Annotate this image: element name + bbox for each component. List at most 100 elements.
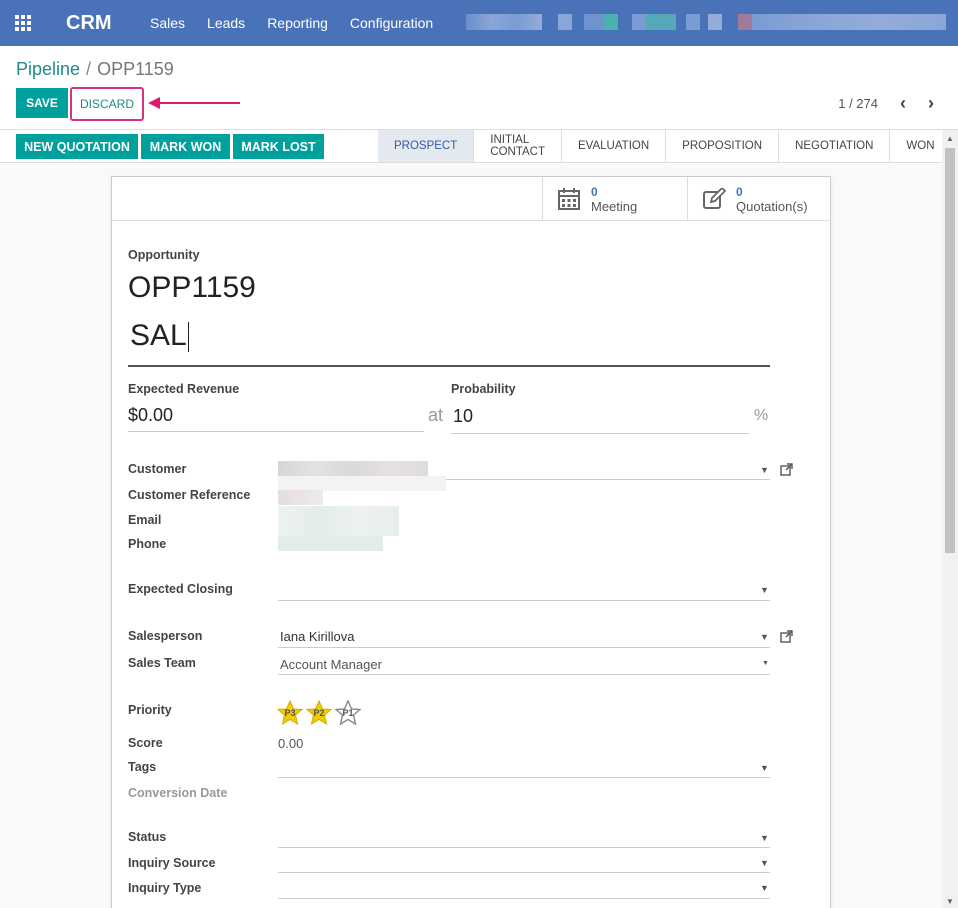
salesperson-dropdown-icon[interactable]: ▼ (760, 632, 769, 642)
tags-dropdown-icon[interactable]: ▼ (760, 763, 769, 773)
priority-star-p2-icon[interactable]: P2 (305, 699, 333, 726)
expected-closing-input[interactable] (278, 600, 770, 601)
breadcrumb-current: OPP1159 (97, 59, 174, 79)
stage-prospect[interactable]: PROSPECT (378, 130, 475, 162)
inquiry-source-label: Inquiry Source (128, 856, 216, 870)
customer-label: Customer (128, 462, 187, 476)
smart-button-box: 0 Meeting 0 Quotation(s) (112, 177, 830, 221)
customer-reference-label: Customer Reference (128, 488, 251, 502)
inquiry-type-dropdown-icon[interactable]: ▼ (760, 883, 769, 893)
text-caret (187, 322, 189, 353)
quotations-count: 0 (736, 184, 743, 199)
opportunity-title-value: SAL (130, 319, 187, 352)
priority-star-p1-icon[interactable]: P1 (334, 699, 362, 726)
quotations-label: Quotation(s) (736, 198, 808, 214)
stage-initial-contact[interactable]: INITIAL CONTACT (474, 130, 562, 162)
breadcrumb: Pipeline / OPP1159 (16, 59, 174, 80)
scroll-thumb[interactable] (945, 148, 955, 553)
menu-configuration[interactable]: Configuration (350, 15, 433, 31)
apps-grid-icon[interactable] (0, 0, 46, 46)
customer-reference-redacted (278, 490, 323, 505)
mark-lost-button[interactable]: MARK LOST (233, 134, 324, 159)
salesperson-external-link-icon[interactable] (780, 630, 793, 643)
stage-negotiation[interactable]: NEGOTIATION (779, 130, 891, 162)
sales-team-label: Sales Team (128, 656, 196, 670)
status-label: Status (128, 830, 167, 844)
expected-revenue-underline (128, 431, 424, 432)
pager-next-icon[interactable]: › (928, 93, 934, 114)
inquiry-source-dropdown-icon[interactable]: ▼ (760, 858, 769, 868)
save-button[interactable]: SAVE (16, 88, 68, 118)
priority-label: Priority (128, 703, 172, 717)
menu-leads[interactable]: Leads (207, 15, 245, 31)
expected-closing-label: Expected Closing (128, 582, 233, 596)
status-input[interactable] (278, 847, 770, 848)
menu-sales[interactable]: Sales (150, 15, 185, 31)
sales-team-underline (278, 674, 770, 675)
sales-team-dropdown-icon[interactable]: ▼ (762, 660, 769, 667)
inquiry-type-label: Inquiry Type (128, 881, 202, 895)
status-dropdown-icon[interactable]: ▼ (760, 833, 769, 843)
priority-star-p2-label: P2 (313, 708, 325, 718)
tags-label: Tags (128, 760, 157, 774)
scroll-down-icon[interactable]: ▼ (946, 897, 954, 906)
score-value: 0.00 (278, 736, 304, 751)
probability-underline (451, 433, 749, 434)
form-sheet: 0 Meeting 0 Quotation(s) Opportunity OPP… (111, 176, 831, 908)
percent-label: % (754, 407, 769, 424)
conversion-date-label: Conversion Date (128, 786, 228, 800)
phone-label: Phone (128, 537, 167, 551)
email-label: Email (128, 513, 162, 527)
vertical-scrollbar[interactable]: ▲ ▼ (942, 130, 958, 908)
priority-star-p3-icon[interactable]: P3 (276, 699, 304, 726)
pager-value: 1 / 274 (838, 96, 878, 111)
score-label: Score (128, 736, 163, 750)
customer-value-redacted-2 (278, 476, 446, 491)
salesperson-value[interactable]: Iana Kirillova (280, 629, 354, 644)
pager-previous-icon[interactable]: ‹ (900, 93, 906, 114)
top-navbar: CRM Sales Leads Reporting Configuration (0, 0, 958, 46)
opportunity-label: Opportunity (128, 248, 200, 262)
breadcrumb-separator: / (86, 59, 92, 79)
status-bar: NEW QUOTATION MARK WON MARK LOST PROSPEC… (0, 130, 942, 163)
expected-revenue-label: Expected Revenue (128, 382, 240, 396)
stage-pipeline: PROSPECT INITIAL CONTACT EVALUATION PROP… (378, 130, 951, 162)
calendar-icon (558, 188, 580, 210)
scroll-up-icon[interactable]: ▲ (946, 134, 954, 143)
customer-dropdown-icon[interactable]: ▼ (760, 465, 769, 475)
control-panel: Pipeline / OPP1159 SAVE DISCARD 1 / 274 ‹ … (0, 46, 958, 130)
probability-value[interactable]: 10 (453, 406, 473, 427)
menu-reporting[interactable]: Reporting (267, 15, 328, 31)
inquiry-source-input[interactable] (278, 872, 770, 873)
mark-won-button[interactable]: MARK WON (141, 134, 230, 159)
customer-underline (446, 479, 770, 480)
discard-button[interactable]: DISCARD (70, 87, 144, 121)
salesperson-label: Salesperson (128, 629, 203, 643)
meeting-label: Meeting (591, 198, 638, 214)
quotations-stat-button[interactable]: 0 Quotation(s) (687, 177, 830, 221)
salesperson-underline (278, 647, 770, 648)
stage-evaluation[interactable]: EVALUATION (562, 130, 667, 162)
customer-external-link-icon[interactable] (780, 463, 793, 476)
inquiry-type-input[interactable] (278, 898, 770, 899)
tags-input[interactable] (278, 777, 770, 778)
new-quotation-button[interactable]: NEW QUOTATION (16, 134, 138, 159)
edit-icon (703, 188, 726, 209)
opportunity-name: OPP1159 (128, 271, 256, 304)
opportunity-title-input[interactable]: SAL (128, 319, 770, 367)
priority-star-p1-label: P1 (342, 708, 354, 718)
breadcrumb-pipeline-link[interactable]: Pipeline (16, 59, 80, 79)
sales-team-value[interactable]: Account Manager (280, 657, 382, 672)
annotation-arrow-icon (148, 97, 240, 109)
expected-revenue-value[interactable]: $0.00 (128, 405, 173, 426)
at-label: at (428, 405, 444, 425)
expected-closing-dropdown-icon[interactable]: ▼ (760, 585, 769, 595)
meeting-stat-button[interactable]: 0 Meeting (542, 177, 687, 221)
probability-label: Probability (451, 382, 516, 396)
email-value-redacted (278, 506, 399, 536)
stage-proposition[interactable]: PROPOSITION (666, 130, 780, 162)
app-brand: CRM (66, 11, 112, 34)
customer-value-redacted (278, 461, 428, 476)
priority-star-p3-label: P3 (284, 708, 296, 718)
meeting-count: 0 (591, 184, 598, 199)
